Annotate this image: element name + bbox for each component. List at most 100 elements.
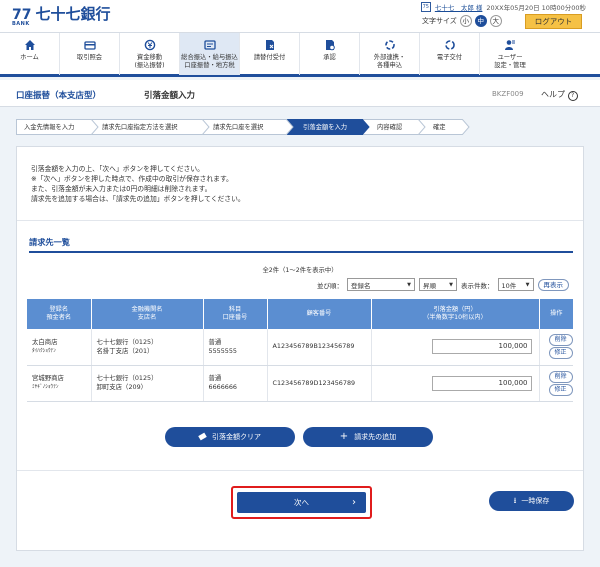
user-icon: 75 — [420, 2, 431, 12]
step-2: 請求先口座指定方法を選択 — [92, 119, 210, 135]
add-billing-button[interactable]: + 請求先の追加 — [303, 427, 433, 447]
instruction-text: 引落金額を入力の上、「次へ」ボタンを押してください。 ※「次へ」ボタンを押した時… — [31, 165, 245, 203]
home-icon — [24, 40, 35, 50]
nav-home[interactable]: ホーム — [0, 33, 60, 75]
next-button-highlight: 次へ › — [231, 486, 372, 519]
clear-amount-button[interactable]: 引落金額クリア — [165, 427, 295, 447]
approval-icon — [325, 40, 335, 51]
receipt-icon — [265, 40, 274, 50]
font-size-medium[interactable]: 中 — [474, 15, 487, 27]
edit-button[interactable]: 修正 — [548, 347, 573, 360]
col-header-account: 科目 口座番号 — [203, 299, 268, 329]
nav-label: 電子交付 — [436, 54, 463, 61]
link-icon — [384, 40, 395, 50]
result-count: 全2件（1〜2件を表示中） — [262, 267, 338, 274]
cell-name: 太白商店 ﾀｲﾊｸｼｮｳﾃﾝ — [27, 329, 92, 366]
list-controls: 並び順： 登録名 ▼ 昇順 ▼ 表示件数： 10件 ▼ 再表示 — [317, 278, 569, 291]
cell-name: 宮城野商店 ﾐﾔｷﾞﾉｼｮｳﾃﾝ — [27, 365, 92, 402]
screen-id: BKZF009 — [492, 90, 524, 98]
edit-button[interactable]: 修正 — [548, 383, 573, 396]
nav-label: ユーザー 設定・管理 — [494, 54, 526, 69]
user-settings-icon — [505, 40, 515, 50]
section-title: 請求先一覧 — [29, 237, 70, 247]
table-row: 宮城野商店 ﾐﾔｷﾞﾉｼｮｳﾃﾝ 七十七銀行（0125） 卸町支店（209） 普通 6… — [27, 365, 573, 402]
delete-button[interactable]: 削除 — [548, 334, 573, 347]
col-header-bank: 金融機関名 支店名 — [91, 299, 204, 329]
step-indicator: 入金先情報を入力 請求先口座指定方法を選択 請求先口座を選択 引落金額を入力 内… — [16, 119, 470, 135]
col-header-amount: 引落金額（円） （半角数字10桁以内） — [371, 299, 540, 329]
page-category: 口座振替（本支店型） — [16, 91, 102, 101]
order-select[interactable]: 昇順 ▼ — [419, 278, 457, 291]
cell-bank: 七十七銀行（0125） 卸町支店（209） — [91, 365, 204, 402]
header: 77 BANK 七十七銀行 75 七十七 太郎 様 20XX年05月20日 10時… — [0, 0, 600, 32]
table-row: 太白商店 ﾀｲﾊｸｼｮｳﾃﾝ 七十七銀行（0125） 名掛丁支店（201） 普通 55… — [27, 329, 573, 366]
col-header-actions: 操作 — [539, 299, 573, 329]
main-card: 引落金額を入力の上、「次へ」ボタンを押してください。 ※「次へ」ボタンを押した時… — [16, 146, 584, 551]
nav-label: ホーム — [20, 54, 39, 61]
redisplay-button[interactable]: 再表示 — [537, 278, 569, 291]
cell-actions: 削除 修正 — [539, 329, 573, 366]
cell-actions: 削除 修正 — [539, 365, 573, 402]
chevron-down-icon: ▼ — [525, 281, 530, 288]
nav-bulk-transfer[interactable]: 総合振込・給与振込 口座振替・地方税 — [180, 33, 240, 75]
nav-label: 取引照会 — [76, 54, 103, 61]
cell-account: 普通 6666666 — [203, 365, 268, 402]
nav-label: 請替付受付 — [253, 54, 286, 61]
cell-account: 普通 5555555 — [203, 329, 268, 366]
per-page-select[interactable]: 10件 ▼ — [497, 278, 534, 291]
font-size-label: 文字サイズ — [422, 17, 457, 25]
font-size-switcher: 文字サイズ 小 中 大 — [422, 15, 502, 27]
nav-transfer[interactable]: 資金移動 (振込振替) — [120, 33, 180, 75]
title-bar: 口座振替（本支店型） 引落金額入力 BKZF009 ヘルプ ? — [0, 80, 600, 107]
chevron-down-icon: ▼ — [449, 281, 453, 288]
sort-label: 並び順： — [317, 281, 343, 290]
divider — [17, 470, 583, 471]
col-header-customer: 顧客番号 — [267, 299, 372, 329]
nav-inquiry[interactable]: 取引照会 — [60, 33, 120, 75]
nav-approval[interactable]: 承認 — [300, 33, 360, 75]
logo-mark: 77 BANK — [12, 7, 32, 27]
nav-label: 総合振込・給与振込 口座振替・地方税 — [181, 54, 238, 69]
step-5: 内容確認 — [363, 119, 426, 135]
temporary-save-button[interactable]: ⭳ 一時保存 — [489, 491, 574, 511]
step-1: 入金先情報を入力 — [16, 119, 99, 135]
cell-amount: 100,000 — [371, 329, 540, 366]
next-button[interactable]: 次へ › — [237, 492, 366, 513]
login-time: 20XX年05月20日 10時00分00秒 — [486, 4, 586, 12]
sort-select[interactable]: 登録名 ▼ — [347, 278, 415, 291]
transfer-icon — [144, 39, 155, 51]
document-icon — [444, 40, 455, 50]
nav-label: 外部連携・ 各種申込 — [373, 54, 406, 69]
amount-input[interactable]: 100,000 — [431, 375, 532, 391]
step-4-current: 引落金額を入力 — [287, 119, 370, 135]
nav-user-settings[interactable]: ユーザー 設定・管理 — [480, 33, 540, 75]
page-title: 引落金額入力 — [144, 91, 196, 101]
cell-bank: 七十七銀行（0125） 名掛丁支店（201） — [91, 329, 204, 366]
chevron-right-icon: › — [352, 497, 356, 508]
help-icon: ? — [567, 91, 578, 101]
cell-amount: 100,000 — [371, 365, 540, 402]
step-3: 請求先口座を選択 — [203, 119, 294, 135]
nav-external-link[interactable]: 外部連携・ 各種申込 — [360, 33, 420, 75]
global-nav: ホーム 取引照会 資金移動 (振込振替) 総合振込・給与振込 口座振替・地方税 … — [0, 32, 600, 77]
nav-receipt[interactable]: 請替付受付 — [240, 33, 300, 75]
help-link[interactable]: ヘルプ ? — [541, 89, 578, 101]
section-underline — [29, 251, 573, 253]
nav-electronic-delivery[interactable]: 電子交付 — [420, 33, 480, 75]
font-size-large[interactable]: 大 — [489, 15, 502, 27]
billing-table: 登録名 預金者名 金融機関名 支店名 科目 口座番号 顧客番号 引落金額（円） … — [27, 299, 573, 402]
user-info: 75 七十七 太郎 様 20XX年05月20日 10時00分00秒 — [420, 2, 586, 12]
amount-input[interactable]: 100,000 — [431, 339, 532, 355]
logout-button[interactable]: ログアウト — [525, 14, 582, 29]
per-page-label: 表示件数： — [461, 281, 494, 290]
cell-customer: C123456789D123456789 — [267, 365, 372, 402]
chevron-down-icon: ▼ — [407, 281, 411, 288]
nav-label: 承認 — [323, 54, 336, 61]
user-name[interactable]: 七十七 太郎 様 — [435, 2, 483, 12]
eraser-icon — [198, 432, 207, 441]
plus-icon: + — [339, 431, 349, 442]
divider — [17, 220, 583, 221]
font-size-small[interactable]: 小 — [459, 15, 472, 27]
bank-logo[interactable]: 77 BANK 七十七銀行 — [12, 6, 111, 27]
delete-button[interactable]: 削除 — [548, 370, 573, 383]
